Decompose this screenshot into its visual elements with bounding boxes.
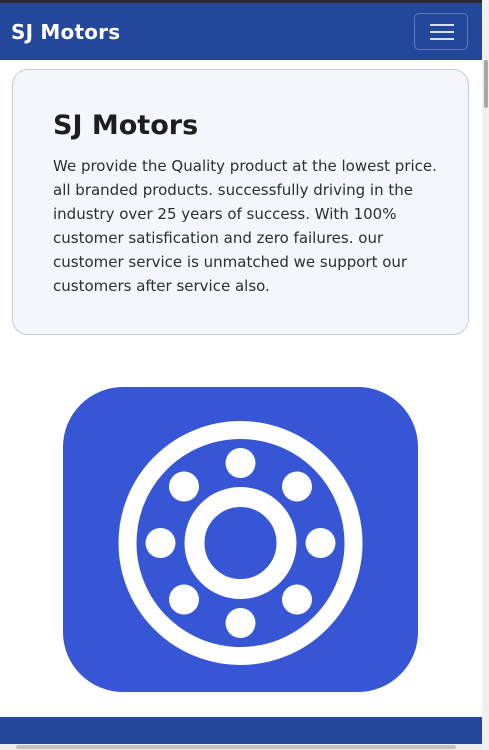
card-title: SJ Motors: [53, 110, 199, 141]
ball-bearing-icon: [63, 387, 418, 692]
navbar: SJ Motors: [0, 3, 482, 60]
vertical-scrollbar-thumb[interactable]: [484, 60, 488, 108]
navbar-toggler-button[interactable]: [414, 13, 468, 50]
horizontal-scrollbar-thumb[interactable]: [16, 745, 456, 749]
brand-link[interactable]: SJ Motors: [11, 20, 120, 44]
vertical-scrollbar[interactable]: [482, 0, 489, 750]
card-description: We provide the Quality product at the lo…: [53, 157, 437, 295]
about-card: SJ Motors We provide the Quality product…: [12, 69, 469, 335]
